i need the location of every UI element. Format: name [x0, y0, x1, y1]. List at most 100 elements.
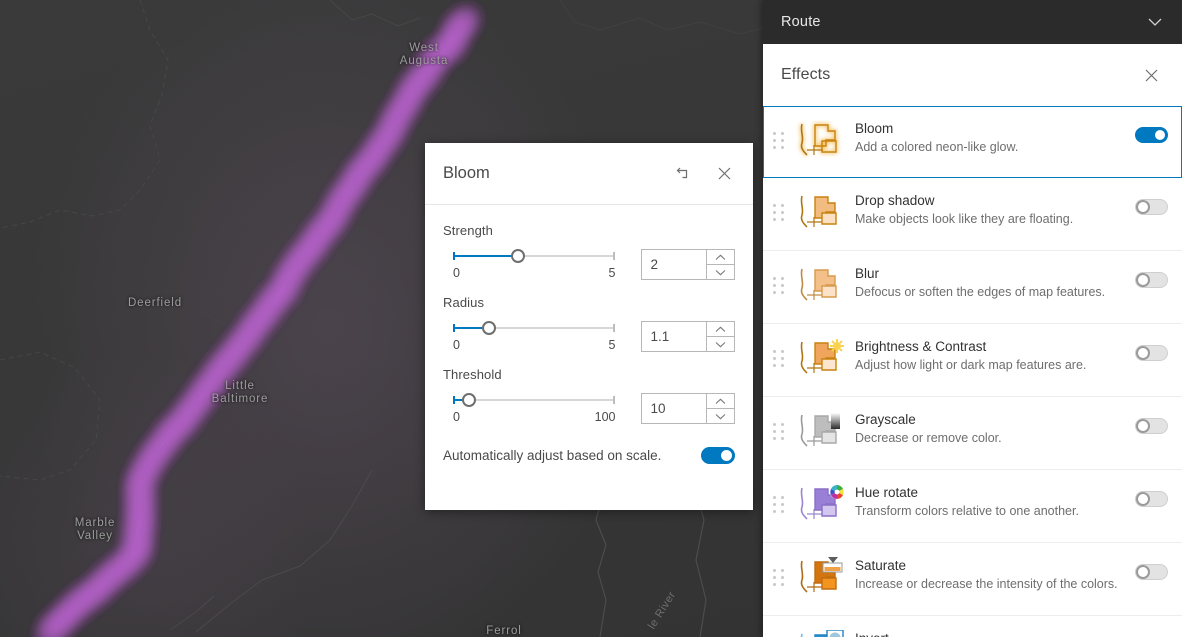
- hue-rotate-icon: [793, 484, 847, 530]
- slider-max-tick: [613, 396, 616, 404]
- number-input[interactable]: [642, 394, 706, 423]
- slider-threshold[interactable]: [453, 393, 616, 407]
- spinner-up-icon[interactable]: [707, 322, 734, 337]
- slider-field-strength: Strength 0 5: [443, 223, 735, 280]
- toggle-knob: [1136, 492, 1150, 506]
- auto-adjust-label: Automatically adjust based on scale.: [443, 448, 662, 463]
- panel-titlebar: Route: [763, 0, 1182, 44]
- effect-name: Bloom: [855, 121, 894, 136]
- effect-text: Grayscale Decrease or remove color.: [855, 409, 1135, 447]
- effect-description: Increase or decrease the intensity of th…: [855, 577, 1118, 591]
- number-field-threshold[interactable]: [641, 393, 735, 424]
- effect-row-saturate[interactable]: Saturate Increase or decrease the intens…: [763, 543, 1182, 616]
- slider-track: [453, 399, 616, 401]
- slider-label: Threshold: [443, 367, 502, 382]
- auto-adjust-row: Automatically adjust based on scale.: [443, 439, 735, 464]
- effect-toggle[interactable]: [1135, 199, 1168, 215]
- effect-name: Drop shadow: [855, 193, 935, 208]
- number-field-strength[interactable]: [641, 249, 735, 280]
- slider-field-radius: Radius 0 5: [443, 295, 735, 352]
- effect-row-blur[interactable]: Blur Defocus or soften the edges of map …: [763, 251, 1182, 324]
- drag-handle-icon[interactable]: [773, 423, 789, 441]
- effect-toggle[interactable]: [1135, 272, 1168, 288]
- slider-field-threshold: Threshold 0 100: [443, 367, 735, 424]
- effect-name: Blur: [855, 266, 880, 281]
- effects-configuration-screen: West Augusta Deerfield Little Baltimore …: [0, 0, 1182, 637]
- slider-thumb[interactable]: [481, 321, 496, 335]
- effect-row-hue-rotate[interactable]: Hue rotate Transform colors relative to …: [763, 470, 1182, 543]
- effects-title: Effects: [781, 66, 831, 83]
- effect-description: Defocus or soften the edges of map featu…: [855, 285, 1106, 299]
- effect-description: Decrease or remove color.: [855, 431, 1002, 445]
- chevron-down-icon[interactable]: [1144, 11, 1166, 33]
- drag-handle-icon[interactable]: [773, 277, 789, 295]
- effect-toggle[interactable]: [1135, 127, 1168, 143]
- slider-thumb[interactable]: [510, 249, 525, 263]
- effect-name: Invert: [855, 630, 1127, 637]
- effect-toggle[interactable]: [1135, 491, 1168, 507]
- slider-thumb[interactable]: [462, 393, 477, 407]
- effect-text: Saturate Increase or decrease the intens…: [855, 555, 1135, 593]
- slider-wrapper: 0 5: [443, 249, 616, 280]
- slider-scale: 0 5: [453, 338, 615, 352]
- drag-handle-icon[interactable]: [773, 132, 789, 150]
- close-icon[interactable]: [711, 161, 737, 187]
- number-input[interactable]: [642, 322, 706, 351]
- drag-handle-icon[interactable]: [773, 496, 789, 514]
- spinner-up-icon[interactable]: [707, 394, 734, 409]
- slider-min-label: 0: [453, 266, 460, 280]
- effect-text: Invert Transform all colors to their opp…: [855, 628, 1135, 637]
- slider-min-label: 0: [453, 338, 460, 352]
- slider-label: Radius: [443, 295, 485, 310]
- panel-title: Route: [781, 14, 821, 30]
- spinner-down-icon[interactable]: [707, 409, 734, 423]
- effect-row-grayscale[interactable]: Grayscale Decrease or remove color.: [763, 397, 1182, 470]
- effect-description: Add a colored neon-like glow.: [855, 140, 1019, 154]
- number-spinner[interactable]: [706, 322, 734, 351]
- invert-icon: [793, 629, 847, 637]
- number-field-radius[interactable]: [641, 321, 735, 352]
- effect-row-bloom[interactable]: Bloom Add a colored neon-like glow.: [763, 106, 1182, 178]
- effect-text: Blur Defocus or soften the edges of map …: [855, 263, 1135, 301]
- spinner-up-icon[interactable]: [707, 250, 734, 265]
- drag-handle-icon[interactable]: [773, 204, 789, 222]
- brightness-contrast-icon: [793, 338, 847, 384]
- effects-list[interactable]: Bloom Add a colored neon-like glow. Drop…: [763, 106, 1182, 637]
- effect-description: Make objects look like they are floating…: [855, 212, 1074, 226]
- bloom-dialog-header: Bloom: [425, 143, 753, 205]
- slider-track-fill: [453, 255, 518, 257]
- effect-toggle[interactable]: [1135, 345, 1168, 361]
- toggle-knob: [1136, 565, 1150, 579]
- slider-wrapper: 0 100: [443, 393, 616, 424]
- number-input[interactable]: [642, 250, 706, 279]
- drag-handle-icon[interactable]: [773, 569, 789, 587]
- effect-row-invert[interactable]: Invert Transform all colors to their opp…: [763, 616, 1182, 637]
- effect-toggle[interactable]: [1135, 418, 1168, 434]
- slider-min-label: 0: [453, 410, 460, 424]
- slider-scale: 0 100: [453, 410, 615, 424]
- auto-adjust-toggle[interactable]: [701, 447, 735, 464]
- slider-min-tick: [453, 324, 455, 332]
- effect-row-drop-shadow[interactable]: Drop shadow Make objects look like they …: [763, 178, 1182, 251]
- effect-description: Adjust how light or dark map features ar…: [855, 358, 1087, 372]
- slider-scale: 0 5: [453, 266, 615, 280]
- drag-handle-icon[interactable]: [773, 350, 789, 368]
- slider-max-tick: [613, 324, 616, 332]
- number-spinner[interactable]: [706, 250, 734, 279]
- effect-toggle[interactable]: [1135, 564, 1168, 580]
- slider-strength[interactable]: [453, 249, 616, 263]
- route-side-panel: Route Effects Bloom Add a colored neon-l…: [763, 0, 1182, 637]
- slider-wrapper: 0 5: [443, 321, 616, 352]
- saturate-icon: [793, 557, 847, 603]
- undo-reset-icon[interactable]: [671, 161, 697, 187]
- effect-row-brightness-contrast[interactable]: Brightness & Contrast Adjust how light o…: [763, 324, 1182, 397]
- effect-text: Hue rotate Transform colors relative to …: [855, 482, 1135, 520]
- toggle-knob: [1136, 200, 1150, 214]
- number-spinner[interactable]: [706, 394, 734, 423]
- close-icon[interactable]: [1138, 62, 1164, 88]
- bloom-dialog-title: Bloom: [443, 164, 490, 182]
- spinner-down-icon[interactable]: [707, 337, 734, 351]
- effect-description: Transform colors relative to one another…: [855, 504, 1079, 518]
- slider-radius[interactable]: [453, 321, 616, 335]
- spinner-down-icon[interactable]: [707, 265, 734, 279]
